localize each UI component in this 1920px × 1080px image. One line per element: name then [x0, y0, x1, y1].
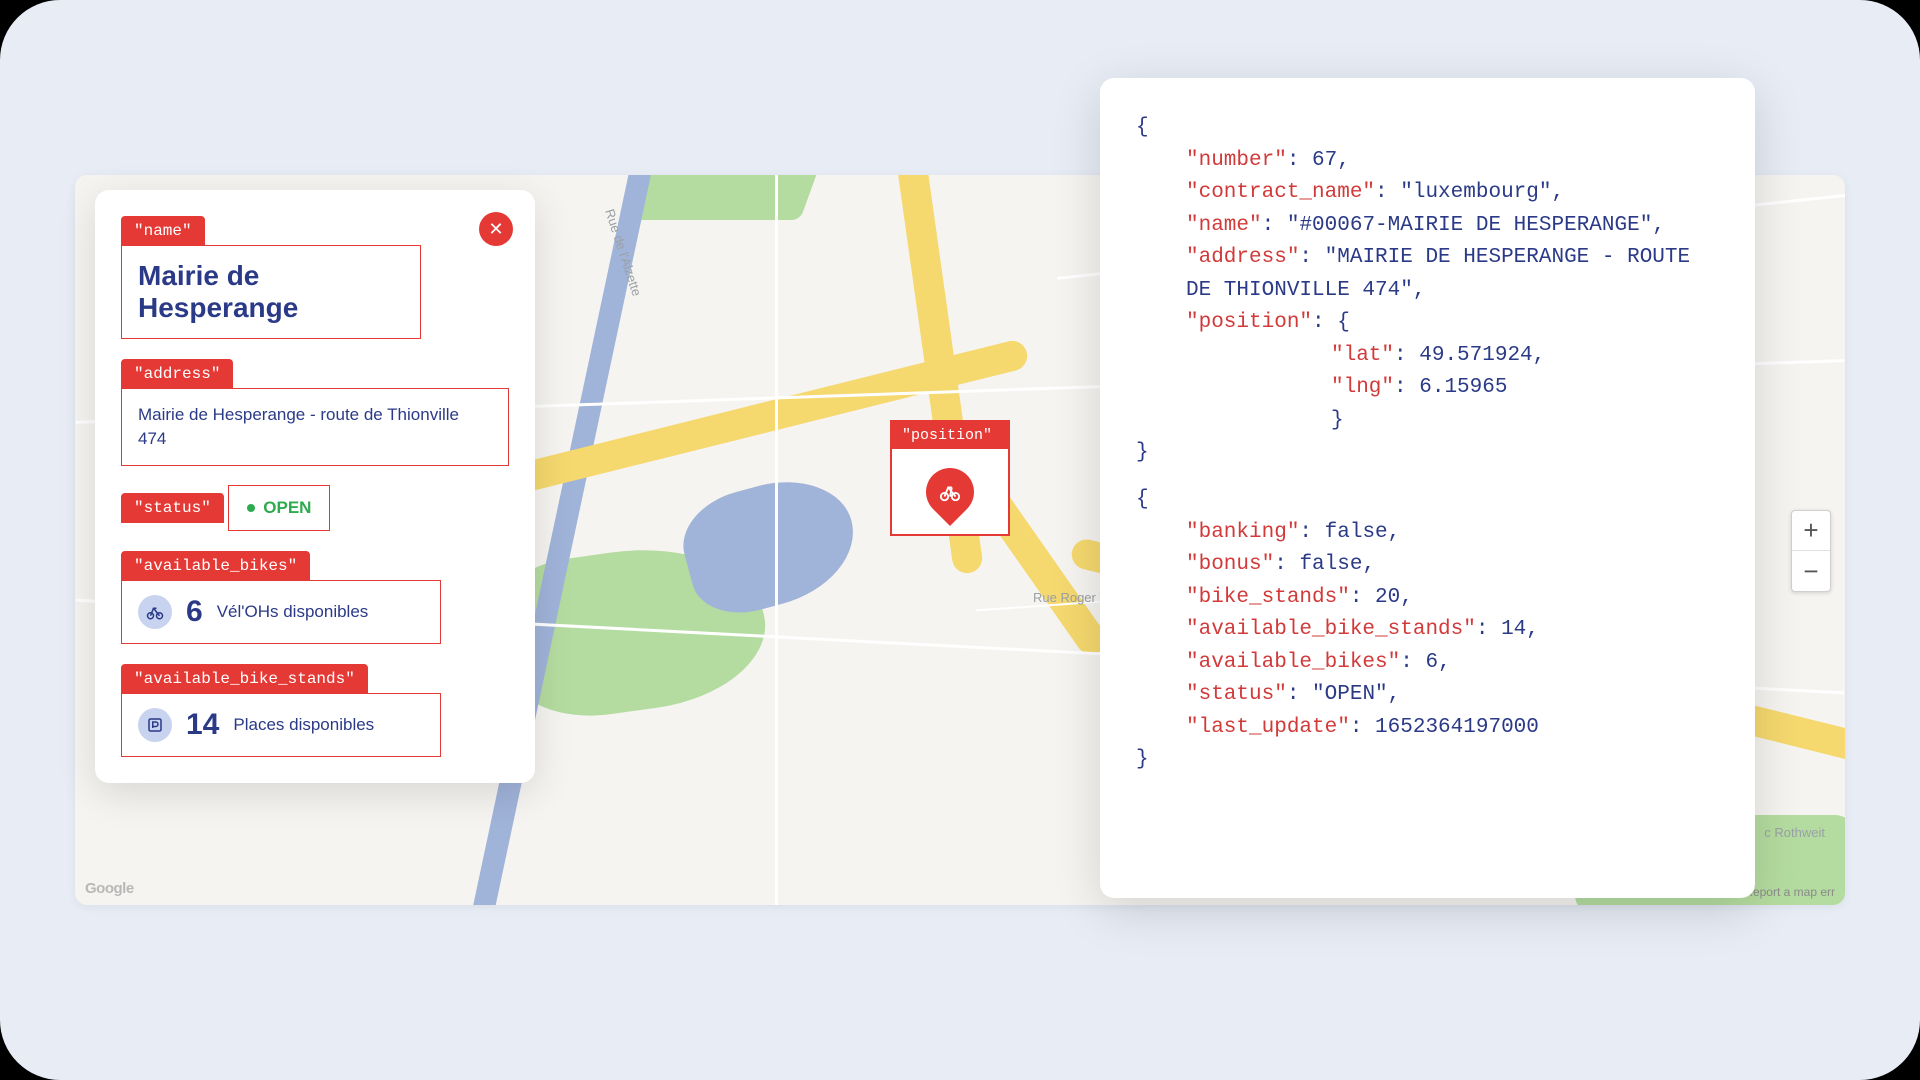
google-attribution: Google: [85, 880, 134, 897]
json-value: "#00067-MAIRIE DE HESPERANGE": [1287, 214, 1652, 237]
json-key: "last_update": [1186, 716, 1350, 739]
json-value: false: [1325, 521, 1388, 544]
json-key: "name": [1186, 214, 1262, 237]
page-container: Rue de l'Alzette All. Rue Roger Werc c R…: [0, 0, 1920, 1080]
json-key: "bonus": [1186, 553, 1274, 576]
field-name: "name" Mairie de Hesperange: [121, 216, 509, 339]
json-brace: {: [1136, 112, 1719, 145]
json-key: "available_bikes": [1186, 651, 1400, 674]
zoom-out-button[interactable]: −: [1792, 551, 1830, 591]
json-value: 67: [1312, 149, 1337, 172]
street-label: c Rothweit: [1764, 825, 1825, 840]
available-stands-tag-label: "available_bike_stands": [121, 664, 368, 694]
json-key: "contract_name": [1186, 181, 1375, 204]
json-brace: {: [1136, 484, 1719, 517]
bike-icon: [138, 595, 172, 629]
json-value: 49.571924: [1419, 344, 1532, 367]
json-key: "banking": [1186, 521, 1299, 544]
json-key: "address": [1186, 246, 1299, 269]
json-brace: }: [1136, 744, 1719, 777]
address-tag-label: "address": [121, 359, 233, 389]
status-dot-icon: [247, 504, 255, 512]
json-value: "OPEN": [1312, 683, 1388, 706]
status-value: OPEN: [263, 498, 311, 518]
zoom-in-button[interactable]: +: [1792, 511, 1830, 551]
json-key: "available_bike_stands": [1186, 618, 1476, 641]
stands-label: Places disponibles: [233, 715, 374, 735]
json-brace: }: [1136, 437, 1719, 470]
station-name: Mairie de Hesperange: [138, 260, 404, 324]
json-key: "lng": [1331, 376, 1394, 399]
name-tag-label: "name": [121, 216, 205, 246]
street-line: [775, 175, 778, 905]
json-key: "number": [1186, 149, 1287, 172]
json-value: 20: [1375, 586, 1400, 609]
bikes-label: Vél'OHs disponibles: [217, 602, 369, 622]
parking-icon: [138, 708, 172, 742]
json-value: 14: [1501, 618, 1526, 641]
field-address: "address" Mairie de Hesperange - route d…: [121, 359, 509, 466]
field-available-bikes: "available_bikes" 6 Vél'OHs disponibles: [121, 551, 509, 644]
json-key: "lat": [1331, 344, 1394, 367]
position-tag-label: "position": [892, 422, 1008, 449]
json-value: 1652364197000: [1375, 716, 1539, 739]
field-available-stands: "available_bike_stands" 14 Places dispon…: [121, 664, 509, 757]
stands-count: 14: [186, 708, 219, 742]
json-key: "position": [1186, 311, 1312, 334]
json-value: 6: [1425, 651, 1438, 674]
map-marker-position[interactable]: "position": [890, 420, 1010, 536]
json-value: 6.15965: [1419, 376, 1507, 399]
station-address: Mairie de Hesperange - route de Thionvil…: [138, 403, 492, 451]
station-info-card: ✕ "name" Mairie de Hesperange "address" …: [95, 190, 535, 783]
json-value: "luxembourg": [1400, 181, 1551, 204]
pin-container: [892, 449, 1008, 534]
bike-pin-icon: [916, 458, 984, 526]
bikes-count: 6: [186, 595, 203, 629]
available-bikes-tag-label: "available_bikes": [121, 551, 310, 581]
field-status: "status" OPEN: [121, 486, 509, 531]
zoom-control: + −: [1791, 510, 1831, 592]
report-map-error-link[interactable]: Report a map err: [1744, 885, 1835, 899]
json-value: false: [1299, 553, 1362, 576]
json-key: "status": [1186, 683, 1287, 706]
park-shape: [620, 175, 820, 220]
status-tag-label: "status": [121, 493, 224, 523]
json-key: "bike_stands": [1186, 586, 1350, 609]
json-response-panel: { "number": 67, "contract_name": "luxemb…: [1100, 78, 1755, 898]
